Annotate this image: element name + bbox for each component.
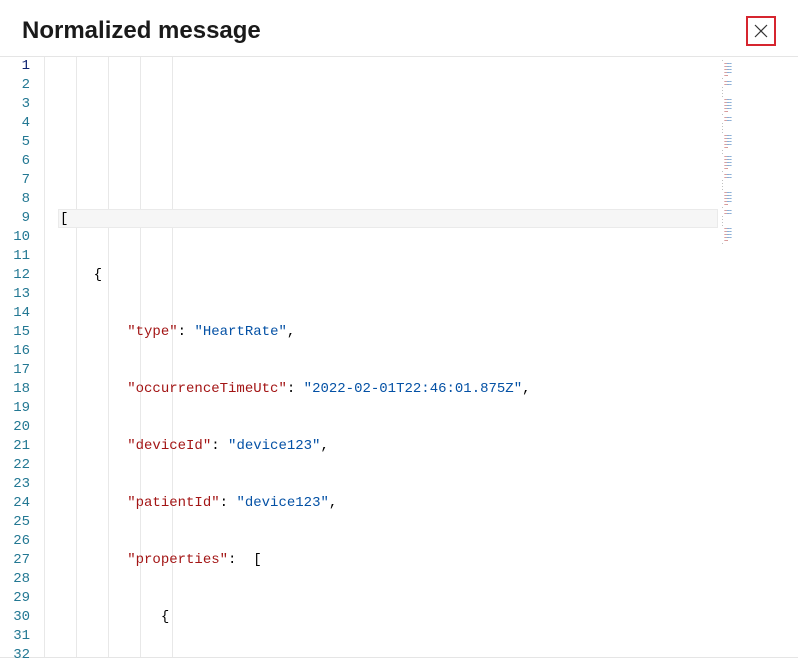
line-number: 19 (0, 399, 30, 418)
line-number: 5 (0, 133, 30, 152)
line-number: 32 (0, 646, 30, 665)
line-number: 23 (0, 475, 30, 494)
line-number: 3 (0, 95, 30, 114)
line-number: 11 (0, 247, 30, 266)
minimap[interactable]: ▪ ▬▬▬▬▬▬ ▬▬▬▬▬▬ ▬▬▬▬▬▬ ▬▬▬▬▬▬ ▬▬▬▪ ▬▬▬▬▬… (718, 57, 798, 657)
line-number: 22 (0, 456, 30, 475)
code-line: "type": "HeartRate", (60, 323, 718, 342)
line-number: 4 (0, 114, 30, 133)
line-number: 12 (0, 266, 30, 285)
line-number: 25 (0, 513, 30, 532)
line-number: 13 (0, 285, 30, 304)
json-value: "HeartRate" (194, 324, 286, 340)
bracket: [ (60, 211, 68, 227)
json-key: "patientId" (127, 495, 219, 511)
line-number: 6 (0, 152, 30, 171)
line-number: 1 (0, 57, 30, 76)
line-number: 14 (0, 304, 30, 323)
code-editor[interactable]: 1234567891011121314151617181920212223242… (0, 56, 798, 658)
bracket: [ (253, 552, 261, 568)
line-number: 24 (0, 494, 30, 513)
close-button[interactable] (746, 16, 776, 46)
dialog-title: Normalized message (22, 17, 261, 45)
line-number: 2 (0, 76, 30, 95)
json-value: "device123" (236, 495, 328, 511)
code-line: { (60, 266, 718, 285)
line-number: 17 (0, 361, 30, 380)
line-number: 29 (0, 589, 30, 608)
line-number: 20 (0, 418, 30, 437)
code-line: "deviceId": "device123", (60, 437, 718, 456)
line-number: 26 (0, 532, 30, 551)
brace: { (94, 267, 102, 283)
code-line: "patientId": "device123", (60, 494, 718, 513)
code-line: [ (58, 209, 718, 228)
line-number-gutter: 1234567891011121314151617181920212223242… (0, 57, 44, 657)
brace: { (161, 609, 169, 625)
dialog-header: Normalized message (0, 0, 798, 56)
line-number: 9 (0, 209, 30, 228)
line-number: 21 (0, 437, 30, 456)
code-line: { (60, 608, 718, 627)
json-key: "deviceId" (127, 438, 211, 454)
line-number: 30 (0, 608, 30, 627)
json-value: "device123" (228, 438, 320, 454)
line-number: 18 (0, 380, 30, 399)
line-number: 27 (0, 551, 30, 570)
json-key: "type" (127, 324, 177, 340)
line-number: 8 (0, 190, 30, 209)
line-number: 31 (0, 627, 30, 646)
code-line: "properties": [ (60, 551, 718, 570)
json-key: "occurrenceTimeUtc" (127, 381, 287, 397)
code-line: "occurrenceTimeUtc": "2022-02-01T22:46:0… (60, 380, 718, 399)
line-number: 15 (0, 323, 30, 342)
line-number: 10 (0, 228, 30, 247)
code-content[interactable]: [ { "type": "HeartRate", "occurrenceTime… (44, 57, 718, 657)
json-value: "2022-02-01T22:46:01.875Z" (304, 381, 522, 397)
close-icon (753, 23, 769, 39)
json-key: "properties" (127, 552, 228, 568)
line-number: 16 (0, 342, 30, 361)
line-number: 7 (0, 171, 30, 190)
line-number: 28 (0, 570, 30, 589)
